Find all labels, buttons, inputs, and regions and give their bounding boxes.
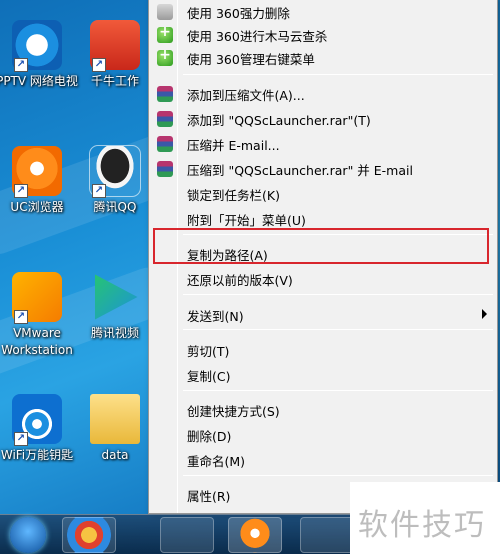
taskbar-app-360[interactable] [62,517,116,553]
menu-item-label: 使用 360进行木马云查杀 [187,29,328,44]
desktop-icon-tencent-video[interactable]: 腾讯视频 [80,272,150,342]
desktop-icon-uc-browser[interactable]: ↗ UC浏览器 [0,146,78,216]
menu-item-label: 锁定到任务栏(K) [187,188,280,203]
desktop-icon-label: VMware Workstation [1,326,73,357]
shred-icon [157,4,173,20]
menu-item-label: 还原以前的版本(V) [187,273,293,288]
menu-item-label: 重命名(M) [187,454,246,469]
menu-item-send-to[interactable]: 发送到(N) [151,303,495,327]
shortcut-arrow-icon: ↗ [14,58,28,72]
qq-penguin-icon: ↗ [89,145,141,198]
menu-item-label: 使用 360强力删除 [187,6,290,21]
vmware-icon: ↗ [12,272,62,324]
taskbar-app-keyboard[interactable] [160,517,214,553]
desktop-icon-wifi-key[interactable]: ↗ WiFi万能钥匙 [0,394,78,464]
start-button[interactable] [10,517,46,553]
shortcut-arrow-icon: ↗ [14,310,28,324]
desktop-icon-data-folder[interactable]: data [80,394,150,464]
qianniu-icon: ↗ [90,20,140,72]
menu-item-label: 压缩到 "QQScLauncher.rar" 并 E-mail [187,163,413,178]
menu-item-cut[interactable]: 剪切(T) [151,338,495,362]
uc-browser-icon: ↗ [12,146,62,198]
shortcut-arrow-icon: ↗ [14,432,28,446]
menu-item-add-to-archive[interactable]: 添加到压缩文件(A)... [151,82,495,106]
menu-item-360-manage[interactable]: 使用 360管理右键菜单 [151,46,495,70]
menu-item-label: 属性(R) [187,489,231,504]
desktop-icon-label: 腾讯QQ [93,200,137,214]
desktop-icon-label: 千牛工作 [90,74,139,88]
360-icon [157,24,173,43]
menu-separator [183,294,493,295]
wifi-key-icon: ↗ [12,394,62,446]
menu-item-rename[interactable]: 重命名(M) [151,448,495,472]
shortcut-arrow-icon: ↗ [14,184,28,198]
menu-item-copy[interactable]: 复制(C) [151,363,495,387]
menu-item-label: 发送到(N) [187,309,244,324]
winrar-icon [157,111,173,127]
shortcut-arrow-icon: ↗ [92,58,106,72]
menu-item-label: 剪切(T) [187,344,230,359]
submenu-arrow-icon [482,309,487,319]
menu-separator [183,475,493,476]
desktop-icon-label: data [101,448,129,462]
menu-item-label: 压缩并 E-mail... [187,138,280,153]
360-icon [157,47,173,66]
menu-item-restore-versions[interactable]: 还原以前的版本(V) [151,267,495,291]
watermark: 软件技巧 [350,482,500,554]
desktop-icon-label: 腾讯视频 [90,326,139,340]
desktop-icon-qq[interactable]: ↗ 腾讯QQ [80,145,150,216]
menu-separator [183,74,493,75]
winrar-icon [157,161,173,177]
desktop-icon-label: UC浏览器 [10,200,64,214]
menu-item-label: 添加到压缩文件(A)... [187,88,305,103]
taskbar-app-uc-browser[interactable] [228,517,282,553]
menu-item-label: 附到「开始」菜单(U) [187,213,306,228]
menu-item-delete[interactable]: 删除(D) [151,423,495,447]
menu-item-create-shortcut[interactable]: 创建快捷方式(S) [151,398,495,422]
desktop-icon-vmware[interactable]: ↗ VMware Workstation [0,272,78,359]
desktop-icon-qianniu[interactable]: ↗ 千牛工作 [80,20,150,90]
menu-item-add-to-rar[interactable]: 添加到 "QQScLauncher.rar"(T) [151,107,495,131]
tencent-video-icon [95,274,138,320]
menu-item-label: 使用 360管理右键菜单 [187,52,315,67]
menu-item-360-shred[interactable]: 使用 360强力删除 [151,0,495,24]
desktop-icon-label: WiFi万能钥匙 [0,448,74,462]
winrar-icon [157,86,173,102]
menu-item-label: 复制(C) [187,369,231,384]
menu-item-label: 删除(D) [187,429,232,444]
desktop-icon-label: PPTV 网络电视 [0,74,78,88]
menu-item-360-scan[interactable]: 使用 360进行木马云查杀 [151,23,495,47]
menu-item-label: 创建快捷方式(S) [187,404,280,419]
taskbar-app-explorer[interactable] [300,517,354,553]
menu-item-compress-rar-email[interactable]: 压缩到 "QQScLauncher.rar" 并 E-mail [151,157,495,181]
folder-icon [90,394,140,444]
desktop-icon-pptv[interactable]: ↗ PPTV 网络电视 [0,20,78,90]
menu-separator [183,390,493,391]
menu-item-pin-taskbar[interactable]: 锁定到任务栏(K) [151,182,495,206]
menu-item-label: 添加到 "QQScLauncher.rar"(T) [187,113,371,128]
pptv-icon: ↗ [12,20,62,72]
menu-item-compress-email[interactable]: 压缩并 E-mail... [151,132,495,156]
shortcut-arrow-icon: ↗ [92,184,106,198]
highlight-box [153,228,489,264]
winrar-icon [157,136,173,152]
menu-separator [183,329,493,330]
watermark-text: 软件技巧 [358,508,486,543]
